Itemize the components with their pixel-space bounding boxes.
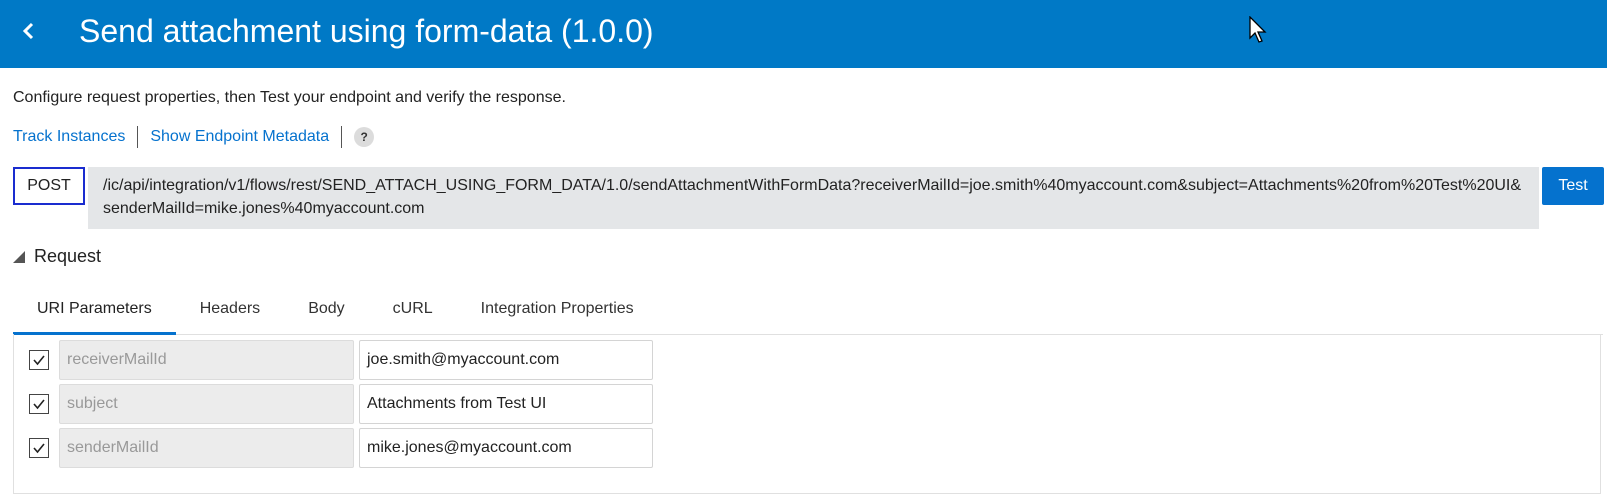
param-name-field: senderMailId [59, 428, 354, 468]
track-instances-link[interactable]: Track Instances [13, 128, 125, 146]
link-divider [341, 126, 343, 148]
param-value-input[interactable]: Attachments from Test UI [359, 384, 653, 424]
param-name-field: subject [59, 384, 354, 424]
checkmark-icon [33, 443, 45, 454]
request-tabs: URI Parameters Headers Body cURL Integra… [13, 290, 1603, 335]
link-divider [137, 126, 139, 148]
checkmark-icon [33, 355, 45, 366]
endpoint-url-field[interactable]: /ic/api/integration/v1/flows/rest/SEND_A… [88, 167, 1539, 229]
tab-integration-properties[interactable]: Integration Properties [457, 290, 658, 332]
show-endpoint-metadata-link[interactable]: Show Endpoint Metadata [150, 128, 329, 146]
param-checkbox[interactable] [29, 438, 49, 458]
param-row-receivermailid: receiverMailId joe.smith@myaccount.com [14, 340, 714, 380]
param-checkbox[interactable] [29, 350, 49, 370]
tab-body[interactable]: Body [284, 290, 368, 332]
request-section-title: Request [34, 246, 102, 266]
tab-headers[interactable]: Headers [176, 290, 284, 332]
back-button[interactable] [10, 14, 46, 50]
collapse-triangle-icon [13, 250, 25, 263]
request-section-toggle[interactable]: Request [13, 246, 101, 267]
action-links: Track Instances Show Endpoint Metadata ? [13, 125, 375, 149]
param-row-sendermailid: senderMailId mike.jones@myaccount.com [14, 428, 714, 468]
intro-text: Configure request properties, then Test … [13, 89, 566, 106]
help-icon[interactable]: ? [354, 127, 375, 147]
page-header: Send attachment using form-data (1.0.0) [0, 0, 1607, 68]
param-value-input[interactable]: mike.jones@myaccount.com [359, 428, 653, 468]
param-name-field: receiverMailId [59, 340, 354, 380]
param-value-input[interactable]: joe.smith@myaccount.com [359, 340, 653, 380]
tab-uri-parameters[interactable]: URI Parameters [13, 290, 176, 335]
checkmark-icon [33, 399, 45, 410]
tab-curl[interactable]: cURL [369, 290, 457, 332]
uri-parameters-panel: receiverMailId joe.smith@myaccount.com s… [13, 334, 1601, 494]
chevron-left-icon [22, 22, 34, 40]
param-checkbox[interactable] [29, 394, 49, 414]
param-row-subject: subject Attachments from Test UI [14, 384, 714, 424]
page-title: Send attachment using form-data (1.0.0) [79, 13, 654, 49]
test-button[interactable]: Test [1542, 167, 1604, 205]
mouse-cursor-icon [1249, 16, 1267, 43]
http-method-select[interactable]: POST [13, 167, 85, 205]
